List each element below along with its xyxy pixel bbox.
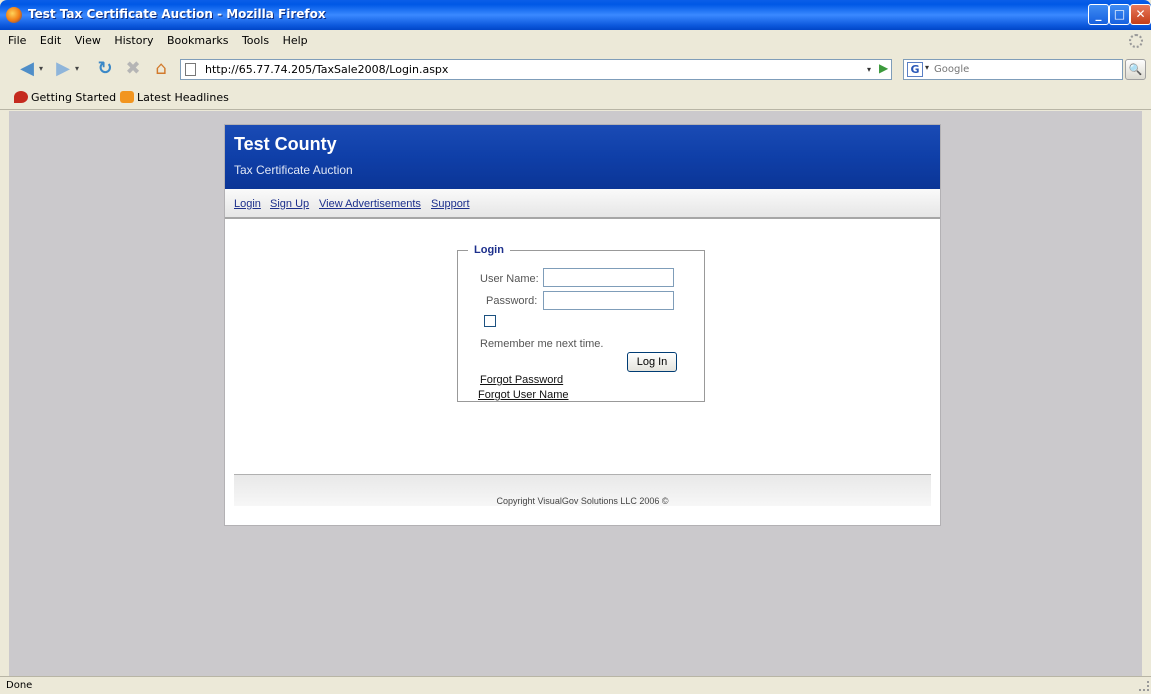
password-input[interactable]	[543, 291, 674, 310]
page-viewport: Test County Tax Certificate Auction Logi…	[9, 111, 1142, 676]
forgot-username-link[interactable]: Forgot User Name	[478, 389, 568, 401]
menu-history[interactable]: History	[109, 30, 158, 52]
site-subtitle: Tax Certificate Auction	[234, 163, 353, 177]
nav-signup-link[interactable]: Sign Up	[270, 198, 309, 210]
forward-button[interactable]: ▶	[52, 58, 74, 80]
login-box: Login User Name: Password: Remember me n…	[457, 244, 705, 402]
bookmark-label: Getting Started	[31, 91, 117, 104]
home-button[interactable]: ⌂	[150, 58, 172, 80]
page-container: Test County Tax Certificate Auction Logi…	[224, 124, 941, 526]
menu-bookmarks[interactable]: Bookmarks	[162, 30, 233, 52]
password-label: Password:	[486, 295, 538, 307]
username-label: User Name:	[480, 273, 539, 285]
bookmark-getting-started[interactable]: Getting Started	[14, 91, 116, 104]
remember-me-label: Remember me next time.	[480, 338, 604, 350]
back-history-dropdown[interactable]: ▾	[36, 58, 46, 80]
site-header: Test County Tax Certificate Auction	[225, 125, 940, 189]
menu-help[interactable]: Help	[278, 30, 313, 52]
menu-tools[interactable]: Tools	[237, 30, 274, 52]
rss-icon	[120, 91, 134, 103]
site-footer: Copyright VisualGov Solutions LLC 2006 ©	[234, 474, 931, 506]
bookmark-latest-headlines[interactable]: Latest Headlines	[120, 91, 229, 104]
search-input[interactable]	[934, 62, 1114, 77]
stop-button[interactable]: ✖	[122, 58, 144, 80]
maximize-button[interactable]: □	[1109, 4, 1130, 25]
window-title: Test Tax Certificate Auction - Mozilla F…	[28, 7, 326, 21]
bookmarks-toolbar: Getting Started Latest Headlines	[0, 86, 1151, 110]
nav-support-link[interactable]: Support	[431, 198, 470, 210]
go-button[interactable]: ▶	[879, 61, 888, 75]
address-url[interactable]: http://65.77.74.205/TaxSale2008/Login.as…	[205, 63, 448, 76]
status-bar: Done	[0, 676, 1151, 694]
menu-file[interactable]: File	[3, 30, 31, 52]
address-dropdown-button[interactable]: ▾	[862, 61, 876, 78]
forward-history-dropdown[interactable]: ▾	[72, 58, 82, 80]
back-button[interactable]: ◀	[16, 58, 38, 80]
search-engine-icon[interactable]: G	[907, 62, 923, 77]
minimize-button[interactable]: _	[1088, 4, 1109, 25]
username-input[interactable]	[543, 268, 674, 287]
bookmark-icon	[14, 91, 28, 103]
login-button[interactable]: Log In	[627, 352, 677, 372]
search-bar[interactable]: G ▾	[903, 59, 1123, 80]
resize-grip-icon[interactable]	[1139, 681, 1149, 691]
search-engine-dropdown-icon[interactable]: ▾	[925, 63, 929, 72]
remember-me-checkbox[interactable]	[484, 315, 496, 327]
site-nav: Login Sign Up View Advertisements Suppor…	[225, 189, 940, 219]
window-titlebar: Test Tax Certificate Auction - Mozilla F…	[0, 0, 1151, 30]
copyright-text: Copyright VisualGov Solutions LLC 2006 ©	[496, 496, 669, 506]
reload-button[interactable]: ↻	[94, 58, 116, 80]
throbber-icon	[1129, 34, 1143, 48]
forgot-password-link[interactable]: Forgot Password	[480, 374, 563, 386]
login-legend: Login	[468, 244, 510, 256]
close-button[interactable]: ✕	[1130, 4, 1151, 25]
search-button[interactable]: 🔍	[1125, 59, 1146, 80]
nav-advertisements-link[interactable]: View Advertisements	[319, 198, 421, 210]
county-title: Test County	[234, 134, 337, 154]
menu-edit[interactable]: Edit	[35, 30, 66, 52]
nav-login-link[interactable]: Login	[234, 198, 261, 210]
menu-view[interactable]: View	[70, 30, 106, 52]
status-text: Done	[6, 680, 33, 691]
address-bar[interactable]: http://65.77.74.205/TaxSale2008/Login.as…	[180, 59, 892, 80]
bookmark-label: Latest Headlines	[137, 91, 229, 104]
navigation-toolbar: ◀ ▾ ▶ ▾ ↻ ✖ ⌂ http://65.77.74.205/TaxSal…	[0, 52, 1151, 86]
page-icon	[185, 63, 196, 76]
menu-bar: File Edit View History Bookmarks Tools H…	[0, 30, 1151, 52]
firefox-icon	[6, 7, 22, 23]
